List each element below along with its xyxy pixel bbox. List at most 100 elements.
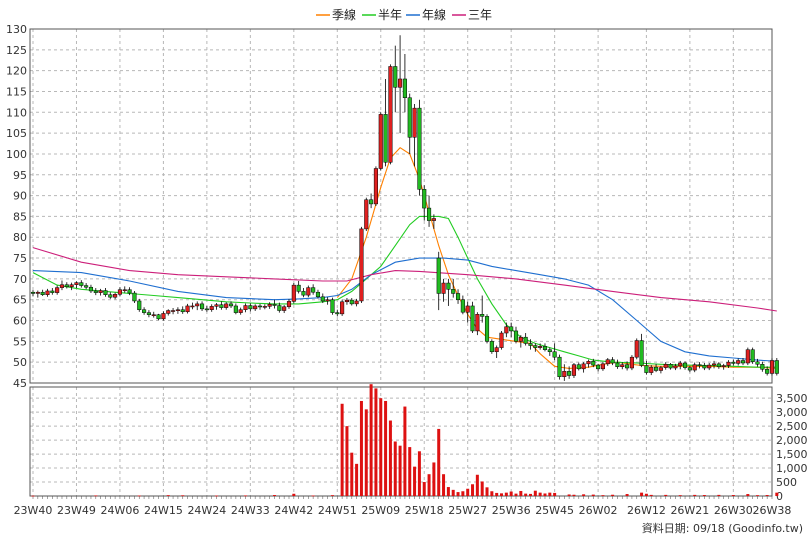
candle xyxy=(412,103,417,167)
candle-body xyxy=(422,189,427,209)
volume-bar xyxy=(273,495,276,496)
price-tick-label: 50 xyxy=(13,356,27,369)
volume-bar xyxy=(364,409,368,496)
volume-tick-label: 2,000 xyxy=(776,434,808,447)
volume-bar xyxy=(31,495,35,497)
candle-body xyxy=(697,364,702,366)
x-tick-label: 25W18 xyxy=(405,504,444,517)
candle xyxy=(359,226,364,304)
candle xyxy=(214,303,219,310)
candle-body xyxy=(209,306,214,310)
candle-body xyxy=(286,301,292,308)
candle xyxy=(142,307,147,315)
volume-bar xyxy=(480,481,484,496)
candle-body xyxy=(644,365,649,373)
candle xyxy=(98,288,103,296)
volume-bar xyxy=(355,463,359,496)
candle xyxy=(581,362,586,373)
volume-bar xyxy=(765,495,769,496)
candle-body xyxy=(117,289,122,295)
x-tick-label: 23W49 xyxy=(57,504,96,517)
candle-body xyxy=(427,207,432,221)
volume-bar xyxy=(548,492,552,496)
candle xyxy=(286,299,292,309)
candle-body xyxy=(238,309,243,313)
price-tick-label: 105 xyxy=(6,127,27,140)
price-tick-label: 85 xyxy=(13,210,27,223)
candle xyxy=(557,354,562,380)
candle-body xyxy=(378,114,383,169)
volume-bar xyxy=(166,495,170,496)
volume-bar xyxy=(384,400,388,496)
candle xyxy=(175,307,180,314)
stock-chart: 季線 半年 年線 三年 45 50 55 60 65 70 75 80 85 90 95 100 105… xyxy=(6,7,808,535)
candle xyxy=(769,358,775,376)
candle-body xyxy=(504,326,509,334)
candle-body xyxy=(509,326,514,332)
candle-body xyxy=(146,312,151,315)
candle-body xyxy=(523,336,528,344)
candle xyxy=(441,278,446,302)
candle-body xyxy=(156,314,161,320)
volume-tick-label: 0 xyxy=(776,490,783,503)
candle xyxy=(296,280,301,294)
volume-bar xyxy=(466,488,470,496)
volume-bar xyxy=(461,491,465,496)
candle-body xyxy=(296,284,301,292)
candle-body xyxy=(663,364,668,368)
candle xyxy=(523,333,528,346)
candle-body xyxy=(475,314,480,332)
candle xyxy=(484,314,490,344)
data-date-footer: 資料日期: 09/18 (Goodinfo.tw) xyxy=(642,521,803,535)
candle xyxy=(571,363,577,379)
candle-body xyxy=(707,364,712,369)
candle-body xyxy=(683,362,688,368)
candle-body xyxy=(88,286,94,292)
candle xyxy=(760,361,765,372)
candle xyxy=(282,305,287,314)
candle-body xyxy=(267,304,272,307)
candle-body xyxy=(262,306,267,308)
volume-bar xyxy=(591,494,595,496)
candle-body xyxy=(93,290,98,293)
volume-bar xyxy=(640,492,644,496)
candle-body xyxy=(460,299,465,313)
candle-body xyxy=(175,309,180,311)
volume-bar xyxy=(567,494,571,496)
candle xyxy=(180,306,185,314)
candle xyxy=(325,297,330,305)
candle xyxy=(311,284,316,295)
volume-bar xyxy=(649,494,653,496)
candle xyxy=(470,301,475,334)
candle xyxy=(349,298,354,306)
legend-label-three-year: 三年 xyxy=(468,8,492,22)
candle xyxy=(40,289,45,296)
candle-body xyxy=(407,97,412,138)
candle xyxy=(257,303,263,310)
candle-body xyxy=(35,291,40,294)
volume-bar xyxy=(442,474,446,496)
candle-body xyxy=(243,305,248,310)
volume-bar xyxy=(398,445,402,496)
volume-bar xyxy=(388,420,392,496)
candle xyxy=(427,195,432,227)
volume-bar xyxy=(417,451,421,496)
candle xyxy=(542,343,548,352)
candle-body xyxy=(132,292,137,302)
x-tick-label: 24W33 xyxy=(231,504,270,517)
candle xyxy=(402,53,407,113)
candle-body xyxy=(615,362,620,368)
price-tick-label: 115 xyxy=(6,85,27,98)
candle xyxy=(658,365,663,374)
candle-body xyxy=(446,282,451,290)
candle xyxy=(702,363,707,371)
candle-body xyxy=(320,296,325,302)
candle xyxy=(108,292,113,299)
candle-body xyxy=(625,364,630,369)
candle-body xyxy=(180,309,185,313)
candle xyxy=(113,292,118,300)
x-tick-label: 24W51 xyxy=(318,504,357,517)
volume-bar xyxy=(369,384,373,496)
candle-body xyxy=(755,361,760,365)
candle xyxy=(576,362,581,371)
